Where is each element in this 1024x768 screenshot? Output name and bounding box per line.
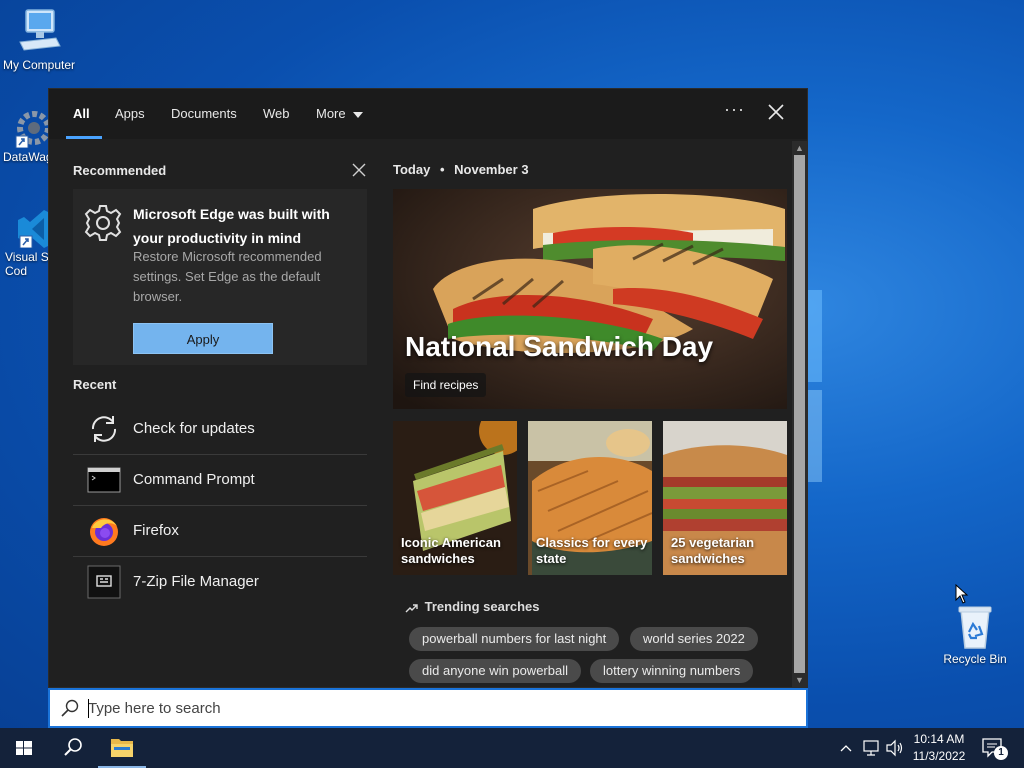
network-icon[interactable] — [861, 728, 881, 768]
more-options-button[interactable]: ··· — [724, 99, 745, 120]
search-flyout: All Apps Documents Web More ··· Recommen… — [48, 88, 808, 688]
apply-button[interactable]: Apply — [133, 323, 273, 354]
hero-card[interactable]: National Sandwich Day Find recipes — [393, 189, 787, 409]
firefox-icon — [90, 518, 118, 546]
settings-gear-icon — [84, 205, 122, 241]
date-separator: • — [439, 162, 445, 177]
desktop-icon-label: My Computer — [2, 58, 76, 72]
computer-icon — [19, 9, 61, 51]
taskbar-clock-date[interactable]: 11/3/2022 — [912, 749, 966, 763]
recommended-card: Microsoft Edge was built with your produ… — [73, 189, 367, 365]
recent-heading: Recent — [73, 377, 117, 392]
refresh-icon — [91, 416, 117, 442]
trending-chip[interactable]: did anyone win powerball — [409, 659, 581, 683]
tab-more-label: More — [316, 106, 346, 121]
hero-title: National Sandwich Day — [405, 331, 714, 362]
active-tab-indicator — [66, 136, 102, 139]
search-tab-bar: All Apps Documents Web More ··· — [49, 89, 807, 139]
taskbar-search-box[interactable] — [48, 688, 808, 728]
terminal-icon — [87, 467, 121, 493]
taskbar-clock-time[interactable]: 10:14 AM — [912, 732, 966, 746]
scroll-down-arrow-icon[interactable]: ▼ — [794, 674, 805, 686]
windows-start-icon[interactable] — [0, 728, 48, 768]
news-tile-classics[interactable]: Classics for every state — [528, 421, 652, 575]
tile-label: 25 vegetarian sandwiches — [671, 535, 755, 566]
volume-icon[interactable] — [884, 728, 904, 768]
recent-item-label: 7-Zip File Manager — [133, 573, 259, 590]
find-recipes-link[interactable]: Find recipes — [405, 373, 487, 397]
recent-item-label: Firefox — [133, 522, 179, 539]
recent-item-command-prompt[interactable]: Command Prompt — [73, 455, 367, 506]
scrollbar-thumb[interactable] — [794, 155, 805, 673]
dismiss-recommended-icon[interactable] — [351, 162, 367, 178]
search-icon — [61, 699, 79, 717]
tab-documents[interactable]: Documents — [171, 106, 237, 121]
today-date-line: Today • November 3 — [393, 162, 529, 177]
trending-chip[interactable]: lottery winning numbers — [590, 659, 754, 683]
desktop-icon-label: Recycle Bin — [943, 652, 1007, 666]
vertical-scrollbar[interactable]: ▲ ▼ — [792, 141, 807, 687]
tab-all[interactable]: All — [73, 106, 90, 121]
trending-chip[interactable]: powerball numbers for last night — [409, 627, 620, 651]
file-explorer-icon[interactable] — [98, 728, 146, 768]
desktop-icon-recycle-bin[interactable]: Recycle Bin — [936, 602, 1014, 666]
tile-label: Classics for every state — [536, 535, 648, 566]
trending-arrow-icon — [405, 603, 418, 613]
taskbar: 10:14 AM 11/3/2022 1 — [0, 728, 1024, 768]
search-input[interactable] — [86, 694, 786, 722]
recommended-card-title: Microsoft Edge was built with your produ… — [133, 206, 330, 246]
tab-more[interactable]: More — [316, 106, 364, 121]
today-label: Today — [393, 162, 431, 177]
recycle-bin-icon — [958, 606, 992, 649]
taskbar-search-icon[interactable] — [48, 728, 96, 768]
notification-count-badge: 1 — [994, 746, 1008, 760]
desktop-icon-label: DataWag — [3, 150, 53, 164]
archive-icon — [87, 565, 121, 599]
news-tile-vegetarian[interactable]: 25 vegetarian sandwiches — [663, 421, 787, 575]
recent-item-label: Check for updates — [133, 420, 255, 437]
today-date: November 3 — [454, 162, 529, 177]
desktop-light-beam — [808, 290, 822, 382]
recent-item-7zip[interactable]: 7-Zip File Manager — [73, 557, 367, 608]
trending-heading: Trending searches — [405, 599, 540, 614]
trending-heading-label: Trending searches — [424, 599, 540, 614]
mouse-cursor-icon — [955, 584, 969, 604]
text-caret — [88, 699, 89, 718]
desktop-icon-my-computer[interactable]: My Computer — [0, 8, 78, 72]
scroll-up-arrow-icon[interactable]: ▲ — [794, 142, 805, 154]
recommended-heading: Recommended — [73, 163, 167, 178]
tab-apps[interactable]: Apps — [115, 106, 145, 121]
recommended-card-body: Restore Microsoft recommended settings. … — [133, 249, 322, 304]
tray-overflow-chevron-icon[interactable] — [838, 728, 854, 768]
recent-item-label: Command Prompt — [133, 471, 255, 488]
close-icon[interactable] — [765, 101, 787, 123]
recent-item-check-for-updates[interactable]: Check for updates — [73, 404, 367, 455]
caret-down-icon — [353, 111, 364, 118]
tile-label: Iconic American sandwiches — [401, 535, 501, 566]
news-tile-iconic-american[interactable]: Iconic American sandwiches — [393, 421, 517, 575]
trending-chip[interactable]: world series 2022 — [630, 627, 758, 651]
desktop-light-beam — [808, 390, 822, 482]
recent-item-firefox[interactable]: Firefox — [73, 506, 367, 557]
tab-web[interactable]: Web — [263, 106, 290, 121]
